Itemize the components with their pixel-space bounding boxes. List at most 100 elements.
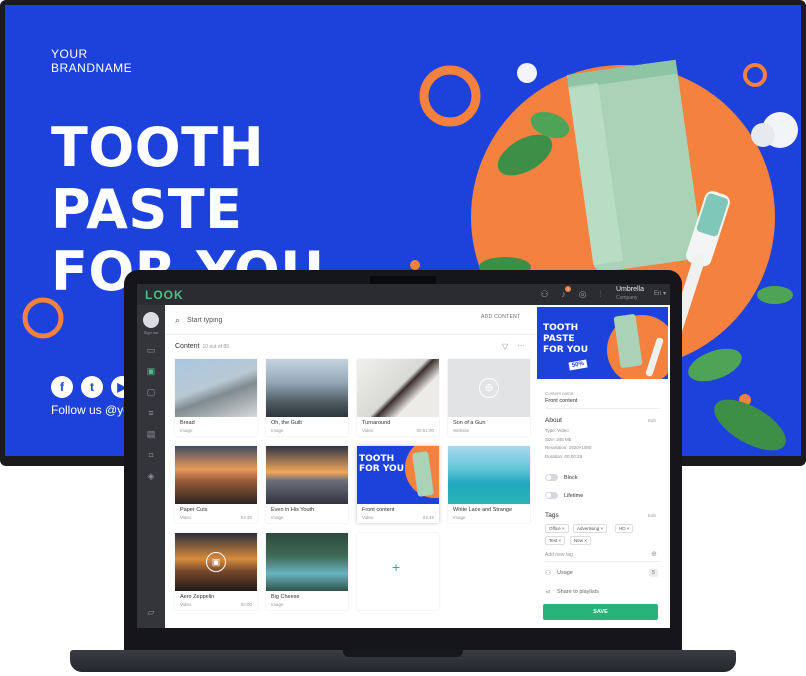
about-edit-link[interactable]: Edit xyxy=(648,418,656,423)
tag-hd[interactable]: HD × xyxy=(615,524,634,533)
content-card-selected[interactable]: TOOTH FOR YOU Front content Video 02:48 xyxy=(357,446,439,523)
card-type: Image xyxy=(453,515,466,520)
card-thumbnail xyxy=(448,446,530,504)
divider xyxy=(545,408,660,409)
top-bar: LOOK ⚇ ♪ 1 ◎ ⫶ Umbrella Company En ▾ xyxy=(137,284,670,305)
content-card[interactable]: Even in His Youth Image xyxy=(266,446,348,523)
tags-title: Tags xyxy=(545,512,559,519)
tag-test[interactable]: Test × xyxy=(545,536,566,545)
sidebar-item-media[interactable]: ▢ xyxy=(144,387,158,398)
search-input[interactable] xyxy=(187,314,367,326)
content-card[interactable]: Big Cheese Image xyxy=(266,533,348,610)
about-type: Type: Video xyxy=(545,428,569,433)
lifetime-toggle[interactable] xyxy=(545,492,558,499)
content-card[interactable]: Bread Image xyxy=(175,359,257,436)
block-toggle[interactable] xyxy=(545,474,558,481)
content-name-field[interactable]: Front content xyxy=(545,398,577,404)
content-card[interactable]: Oh, the Guilt Image xyxy=(266,359,348,436)
language-select[interactable]: En ▾ xyxy=(654,290,666,297)
preview-badge: 50% xyxy=(568,359,588,371)
card-type: Image xyxy=(180,428,193,433)
notification-badge: 1 xyxy=(565,286,571,292)
preview-line-3: FOR YOU xyxy=(543,345,589,355)
save-button[interactable]: SAVE xyxy=(543,604,658,620)
card-type: Video xyxy=(180,602,192,607)
user-company: Company xyxy=(616,295,638,301)
about-meta: Type: Video Size: 345 Mb Resolution: 192… xyxy=(545,427,591,461)
card-title: Paper Cuts xyxy=(180,507,208,513)
tag-advertising[interactable]: Advertising × xyxy=(573,524,608,533)
globe-icon[interactable]: ◎ xyxy=(577,289,588,300)
usage-count: 5 xyxy=(649,569,658,577)
preview-line-1: TOOTH xyxy=(543,323,579,333)
add-tag-icon[interactable]: ⊕ xyxy=(651,550,657,558)
content-card[interactable]: White Lace and Strange Image xyxy=(448,446,530,523)
content-count: 10 out of 89 xyxy=(202,344,229,350)
preview-headline: TOOTH PASTE FOR YOU xyxy=(543,323,588,356)
chat-icon[interactable]: ▱ xyxy=(144,607,158,618)
share-to-playlists[interactable]: Share to playlists xyxy=(557,589,599,595)
card-thumbnail xyxy=(266,359,348,417)
sidebar-item-layers[interactable]: ◈ xyxy=(144,471,158,482)
thumb-ad-text: TOOTH FOR YOU xyxy=(359,454,405,474)
avatar[interactable] xyxy=(143,312,159,328)
sidebar-item-playlists[interactable]: ≡ xyxy=(144,408,158,419)
usage-icon: ⚇ xyxy=(545,570,552,577)
users-icon[interactable]: ⚇ xyxy=(539,289,550,300)
add-content-card[interactable]: + xyxy=(357,533,439,610)
content-name-label: Content name xyxy=(545,391,574,396)
add-tag-input[interactable]: Add new tag xyxy=(545,552,573,558)
share-icon: ⋖ xyxy=(545,589,551,596)
tag-new[interactable]: New × xyxy=(570,536,591,545)
add-content-button[interactable]: ADD CONTENT xyxy=(481,314,520,320)
more-icon[interactable]: ⋯ xyxy=(517,341,525,350)
sign-out-link[interactable]: Sign out xyxy=(139,330,163,335)
follow-text: Follow us @yo xyxy=(51,403,130,417)
card-title: White Lace and Strange xyxy=(453,507,513,513)
card-type: Video xyxy=(362,515,374,520)
content-card[interactable]: Turnaround Video 00:01:00 xyxy=(357,359,439,436)
laptop-notch xyxy=(343,650,463,657)
card-type: Image xyxy=(271,602,284,607)
content-card[interactable]: Paper Cuts Video 04:30 xyxy=(175,446,257,523)
card-title: Turnaround xyxy=(362,420,391,426)
card-type: Video xyxy=(362,428,374,433)
card-title: Son of a Gun xyxy=(453,420,486,426)
block-label: Block xyxy=(564,475,578,481)
lifetime-label: Lifetime xyxy=(564,493,584,499)
about-duration: Duration: 00:00:28 xyxy=(545,453,583,459)
app-screen: LOOK ⚇ ♪ 1 ◎ ⫶ Umbrella Company En ▾ Sig… xyxy=(137,284,670,628)
sidebar-item-content[interactable]: ▣ xyxy=(144,366,158,377)
app-logo[interactable]: LOOK xyxy=(145,288,184,302)
plus-icon: + xyxy=(392,559,401,575)
facebook-icon: f xyxy=(51,376,73,398)
filter-icon[interactable]: ▽ xyxy=(502,342,508,351)
details-panel: TOOTH PASTE FOR YOU 50% Content name Fro… xyxy=(535,305,670,628)
about-resolution: Resolution: 1920×1080 xyxy=(545,445,592,450)
sidebar-item-screens[interactable]: ▭ xyxy=(144,345,158,356)
card-duration: 00:01:00 xyxy=(416,428,434,433)
usage-label[interactable]: Usage xyxy=(557,570,573,576)
divider xyxy=(165,334,535,335)
website-globe-icon: ⊕ xyxy=(479,378,499,398)
sidebar-item-focus[interactable]: ⌗ xyxy=(144,450,158,461)
content-card[interactable]: ▣ Aero Zeppelin Video 02:00 xyxy=(175,533,257,610)
settings-sliders-icon[interactable]: ⫶ xyxy=(595,289,606,300)
card-thumbnail xyxy=(266,446,348,504)
tv-brand: YOUR BRANDNAME xyxy=(51,47,132,75)
tag-office[interactable]: Office × xyxy=(545,524,569,533)
headline-line-2: PASTE xyxy=(51,178,243,241)
about-title: About xyxy=(545,417,562,424)
sidebar-item-schedule[interactable]: ▤ xyxy=(144,429,158,440)
card-thumbnail: ▣ xyxy=(175,533,257,591)
search-icon: ⌕ xyxy=(175,315,181,325)
tags-edit-link[interactable]: Edit xyxy=(648,513,656,518)
content-title-label: Content xyxy=(175,343,200,350)
user-name[interactable]: Umbrella xyxy=(616,286,644,293)
content-card[interactable]: ⊕ Son of a Gun Website xyxy=(448,359,530,436)
card-type: Website xyxy=(453,428,470,433)
card-title: Front content xyxy=(362,507,395,513)
content-preview: TOOTH PASTE FOR YOU 50% xyxy=(537,307,668,379)
card-type: Video xyxy=(180,515,192,520)
content-title: Content 10 out of 89 xyxy=(175,343,229,350)
